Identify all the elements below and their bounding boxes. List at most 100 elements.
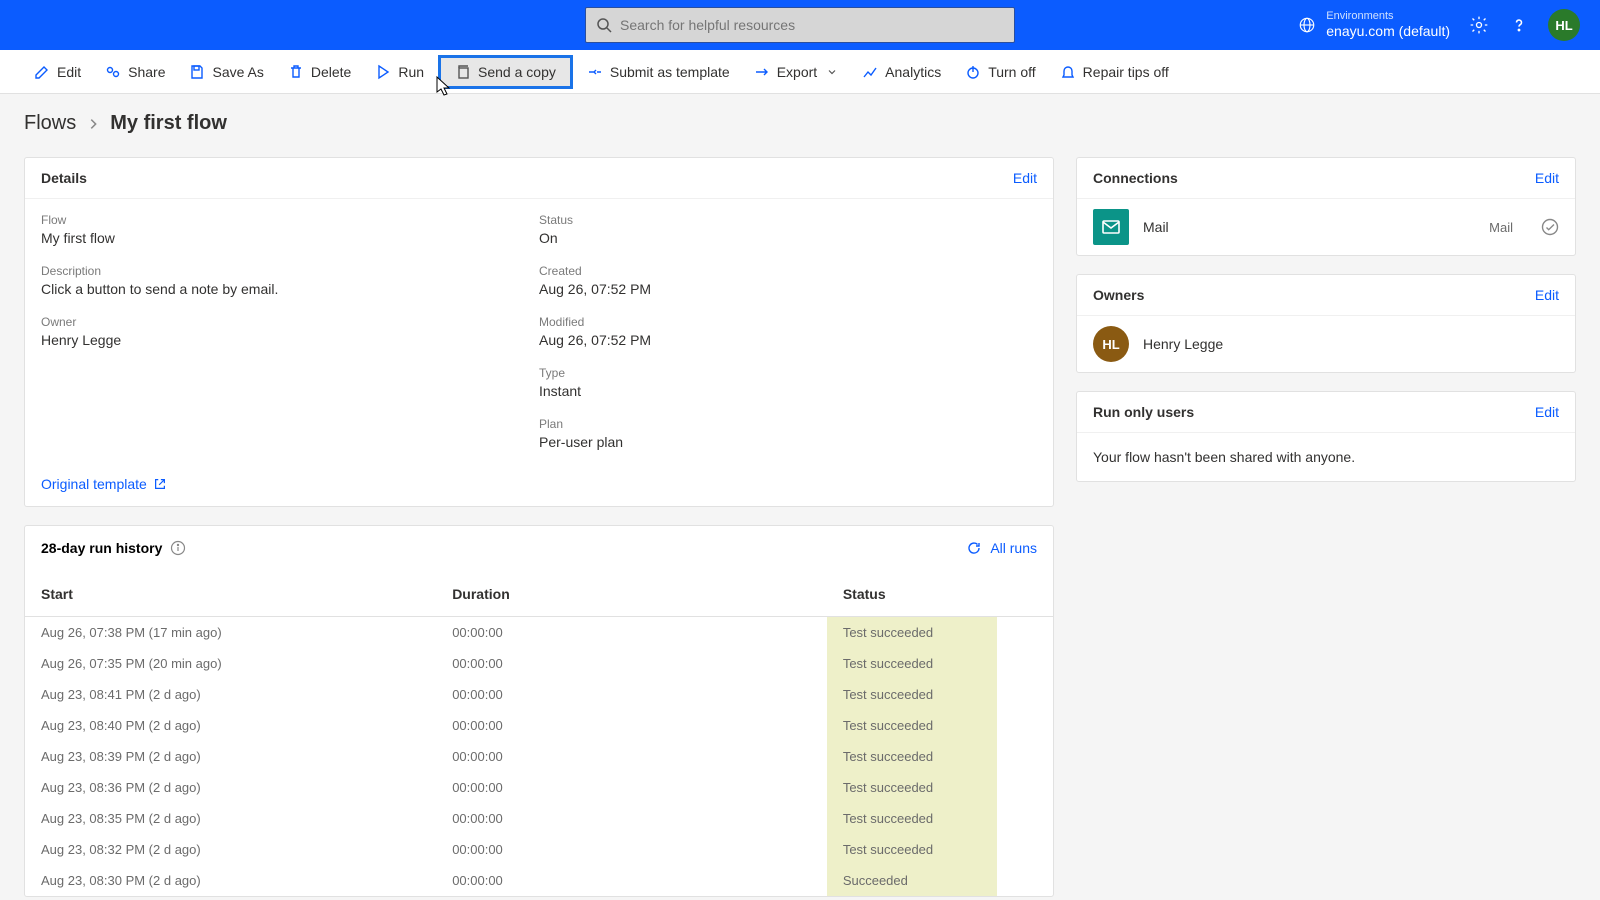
run-start: Aug 26, 07:38 PM (17 min ago)	[25, 617, 436, 649]
run-status: Test succeeded	[827, 679, 1053, 710]
details-edit-link[interactable]: Edit	[1013, 170, 1037, 186]
owners-title: Owners	[1093, 287, 1144, 303]
copy-icon	[455, 64, 471, 80]
connection-type: Mail	[1489, 220, 1513, 235]
environment-icon	[1298, 16, 1316, 34]
owners-edit-link[interactable]: Edit	[1535, 287, 1559, 303]
table-row[interactable]: Aug 23, 08:30 PM (2 d ago)00:00:00Succee…	[25, 865, 1053, 896]
original-template-label: Original template	[41, 476, 147, 492]
owner-label: Owner	[41, 315, 539, 329]
search-container[interactable]	[585, 7, 1015, 43]
send-a-copy-button[interactable]: Send a copy	[438, 55, 573, 89]
type-value: Instant	[539, 383, 1037, 399]
details-card: Details Edit Flow My first flow Descript…	[24, 157, 1054, 507]
environment-value: enayu.com (default)	[1326, 23, 1450, 40]
plan-value: Per-user plan	[539, 434, 1037, 450]
run-status: Test succeeded	[827, 834, 1053, 865]
breadcrumb-root[interactable]: Flows	[24, 112, 76, 135]
run-start: Aug 23, 08:41 PM (2 d ago)	[25, 679, 436, 710]
refresh-icon	[966, 540, 982, 556]
info-icon[interactable]	[170, 540, 186, 556]
delete-label: Delete	[311, 64, 351, 80]
created-value: Aug 26, 07:52 PM	[539, 281, 1037, 297]
owner-avatar: HL	[1093, 326, 1129, 362]
table-row[interactable]: Aug 26, 07:38 PM (17 min ago)00:00:00Tes…	[25, 617, 1053, 649]
details-title: Details	[41, 170, 87, 186]
run-only-edit-link[interactable]: Edit	[1535, 404, 1559, 420]
run-status: Test succeeded	[827, 617, 1053, 649]
open-external-icon	[153, 477, 167, 491]
original-template-link[interactable]: Original template	[41, 476, 539, 492]
analytics-icon	[862, 64, 878, 80]
table-row[interactable]: Aug 23, 08:41 PM (2 d ago)00:00:00Test s…	[25, 679, 1053, 710]
run-history-title: 28-day run history	[41, 540, 162, 556]
col-start-header[interactable]: Start	[25, 570, 436, 617]
share-label: Share	[128, 64, 165, 80]
settings-button[interactable]	[1468, 14, 1490, 36]
run-start: Aug 23, 08:40 PM (2 d ago)	[25, 710, 436, 741]
status-label: Status	[539, 213, 1037, 227]
run-duration: 00:00:00	[436, 679, 827, 710]
run-start: Aug 26, 07:35 PM (20 min ago)	[25, 648, 436, 679]
export-button[interactable]: Export	[744, 58, 848, 86]
run-start: Aug 23, 08:35 PM (2 d ago)	[25, 803, 436, 834]
run-start: Aug 23, 08:32 PM (2 d ago)	[25, 834, 436, 865]
description-label: Description	[41, 264, 539, 278]
share-button[interactable]: Share	[95, 58, 175, 86]
help-icon	[1509, 15, 1529, 35]
save-as-label: Save As	[212, 64, 263, 80]
connections-card: Connections Edit Mail Mail	[1076, 157, 1576, 256]
table-row[interactable]: Aug 23, 08:40 PM (2 d ago)00:00:00Test s…	[25, 710, 1053, 741]
edit-button[interactable]: Edit	[24, 58, 91, 86]
connection-name: Mail	[1143, 219, 1169, 235]
save-as-button[interactable]: Save As	[179, 58, 273, 86]
share-icon	[105, 64, 121, 80]
type-label: Type	[539, 366, 1037, 380]
trash-icon	[288, 64, 304, 80]
user-avatar[interactable]: HL	[1548, 9, 1580, 41]
connections-title: Connections	[1093, 170, 1178, 186]
repair-tips-label: Repair tips off	[1083, 64, 1169, 80]
repair-tips-button[interactable]: Repair tips off	[1050, 58, 1179, 86]
run-status: Test succeeded	[827, 648, 1053, 679]
all-runs-link[interactable]: All runs	[966, 540, 1037, 556]
submit-as-template-button[interactable]: Submit as template	[577, 58, 740, 86]
turn-off-button[interactable]: Turn off	[955, 58, 1045, 86]
modified-value: Aug 26, 07:52 PM	[539, 332, 1037, 348]
run-duration: 00:00:00	[436, 648, 827, 679]
table-row[interactable]: Aug 23, 08:32 PM (2 d ago)00:00:00Test s…	[25, 834, 1053, 865]
edit-label: Edit	[57, 64, 81, 80]
connections-edit-link[interactable]: Edit	[1535, 170, 1559, 186]
run-status: Test succeeded	[827, 772, 1053, 803]
content-area: Flows My first flow Details Edit Flow My…	[0, 94, 1600, 897]
connection-item[interactable]: Mail Mail	[1077, 199, 1575, 255]
analytics-button[interactable]: Analytics	[852, 58, 951, 86]
table-row[interactable]: Aug 23, 08:35 PM (2 d ago)00:00:00Test s…	[25, 803, 1053, 834]
owner-item[interactable]: HL Henry Legge	[1077, 316, 1575, 372]
table-row[interactable]: Aug 26, 07:35 PM (20 min ago)00:00:00Tes…	[25, 648, 1053, 679]
run-start: Aug 23, 08:30 PM (2 d ago)	[25, 865, 436, 896]
play-icon	[375, 64, 391, 80]
owner-value: Henry Legge	[41, 332, 539, 348]
search-input[interactable]	[620, 17, 1004, 33]
help-button[interactable]	[1508, 14, 1530, 36]
run-button[interactable]: Run	[365, 58, 434, 86]
save-icon	[189, 64, 205, 80]
run-label: Run	[398, 64, 424, 80]
run-only-users-card: Run only users Edit Your flow hasn't bee…	[1076, 391, 1576, 482]
col-status-header[interactable]: Status	[827, 570, 1053, 617]
col-duration-header[interactable]: Duration	[436, 570, 827, 617]
run-duration: 00:00:00	[436, 617, 827, 649]
run-status: Test succeeded	[827, 803, 1053, 834]
run-only-title: Run only users	[1093, 404, 1194, 420]
run-start: Aug 23, 08:39 PM (2 d ago)	[25, 741, 436, 772]
table-row[interactable]: Aug 23, 08:39 PM (2 d ago)00:00:00Test s…	[25, 741, 1053, 772]
run-history-card: 28-day run history All runs Start Durati…	[24, 525, 1054, 897]
environment-picker[interactable]: Environments enayu.com (default)	[1298, 10, 1450, 40]
table-row[interactable]: Aug 23, 08:36 PM (2 d ago)00:00:00Test s…	[25, 772, 1053, 803]
run-duration: 00:00:00	[436, 803, 827, 834]
submit-as-template-label: Submit as template	[610, 64, 730, 80]
run-duration: 00:00:00	[436, 834, 827, 865]
owners-card: Owners Edit HL Henry Legge	[1076, 274, 1576, 373]
delete-button[interactable]: Delete	[278, 58, 361, 86]
